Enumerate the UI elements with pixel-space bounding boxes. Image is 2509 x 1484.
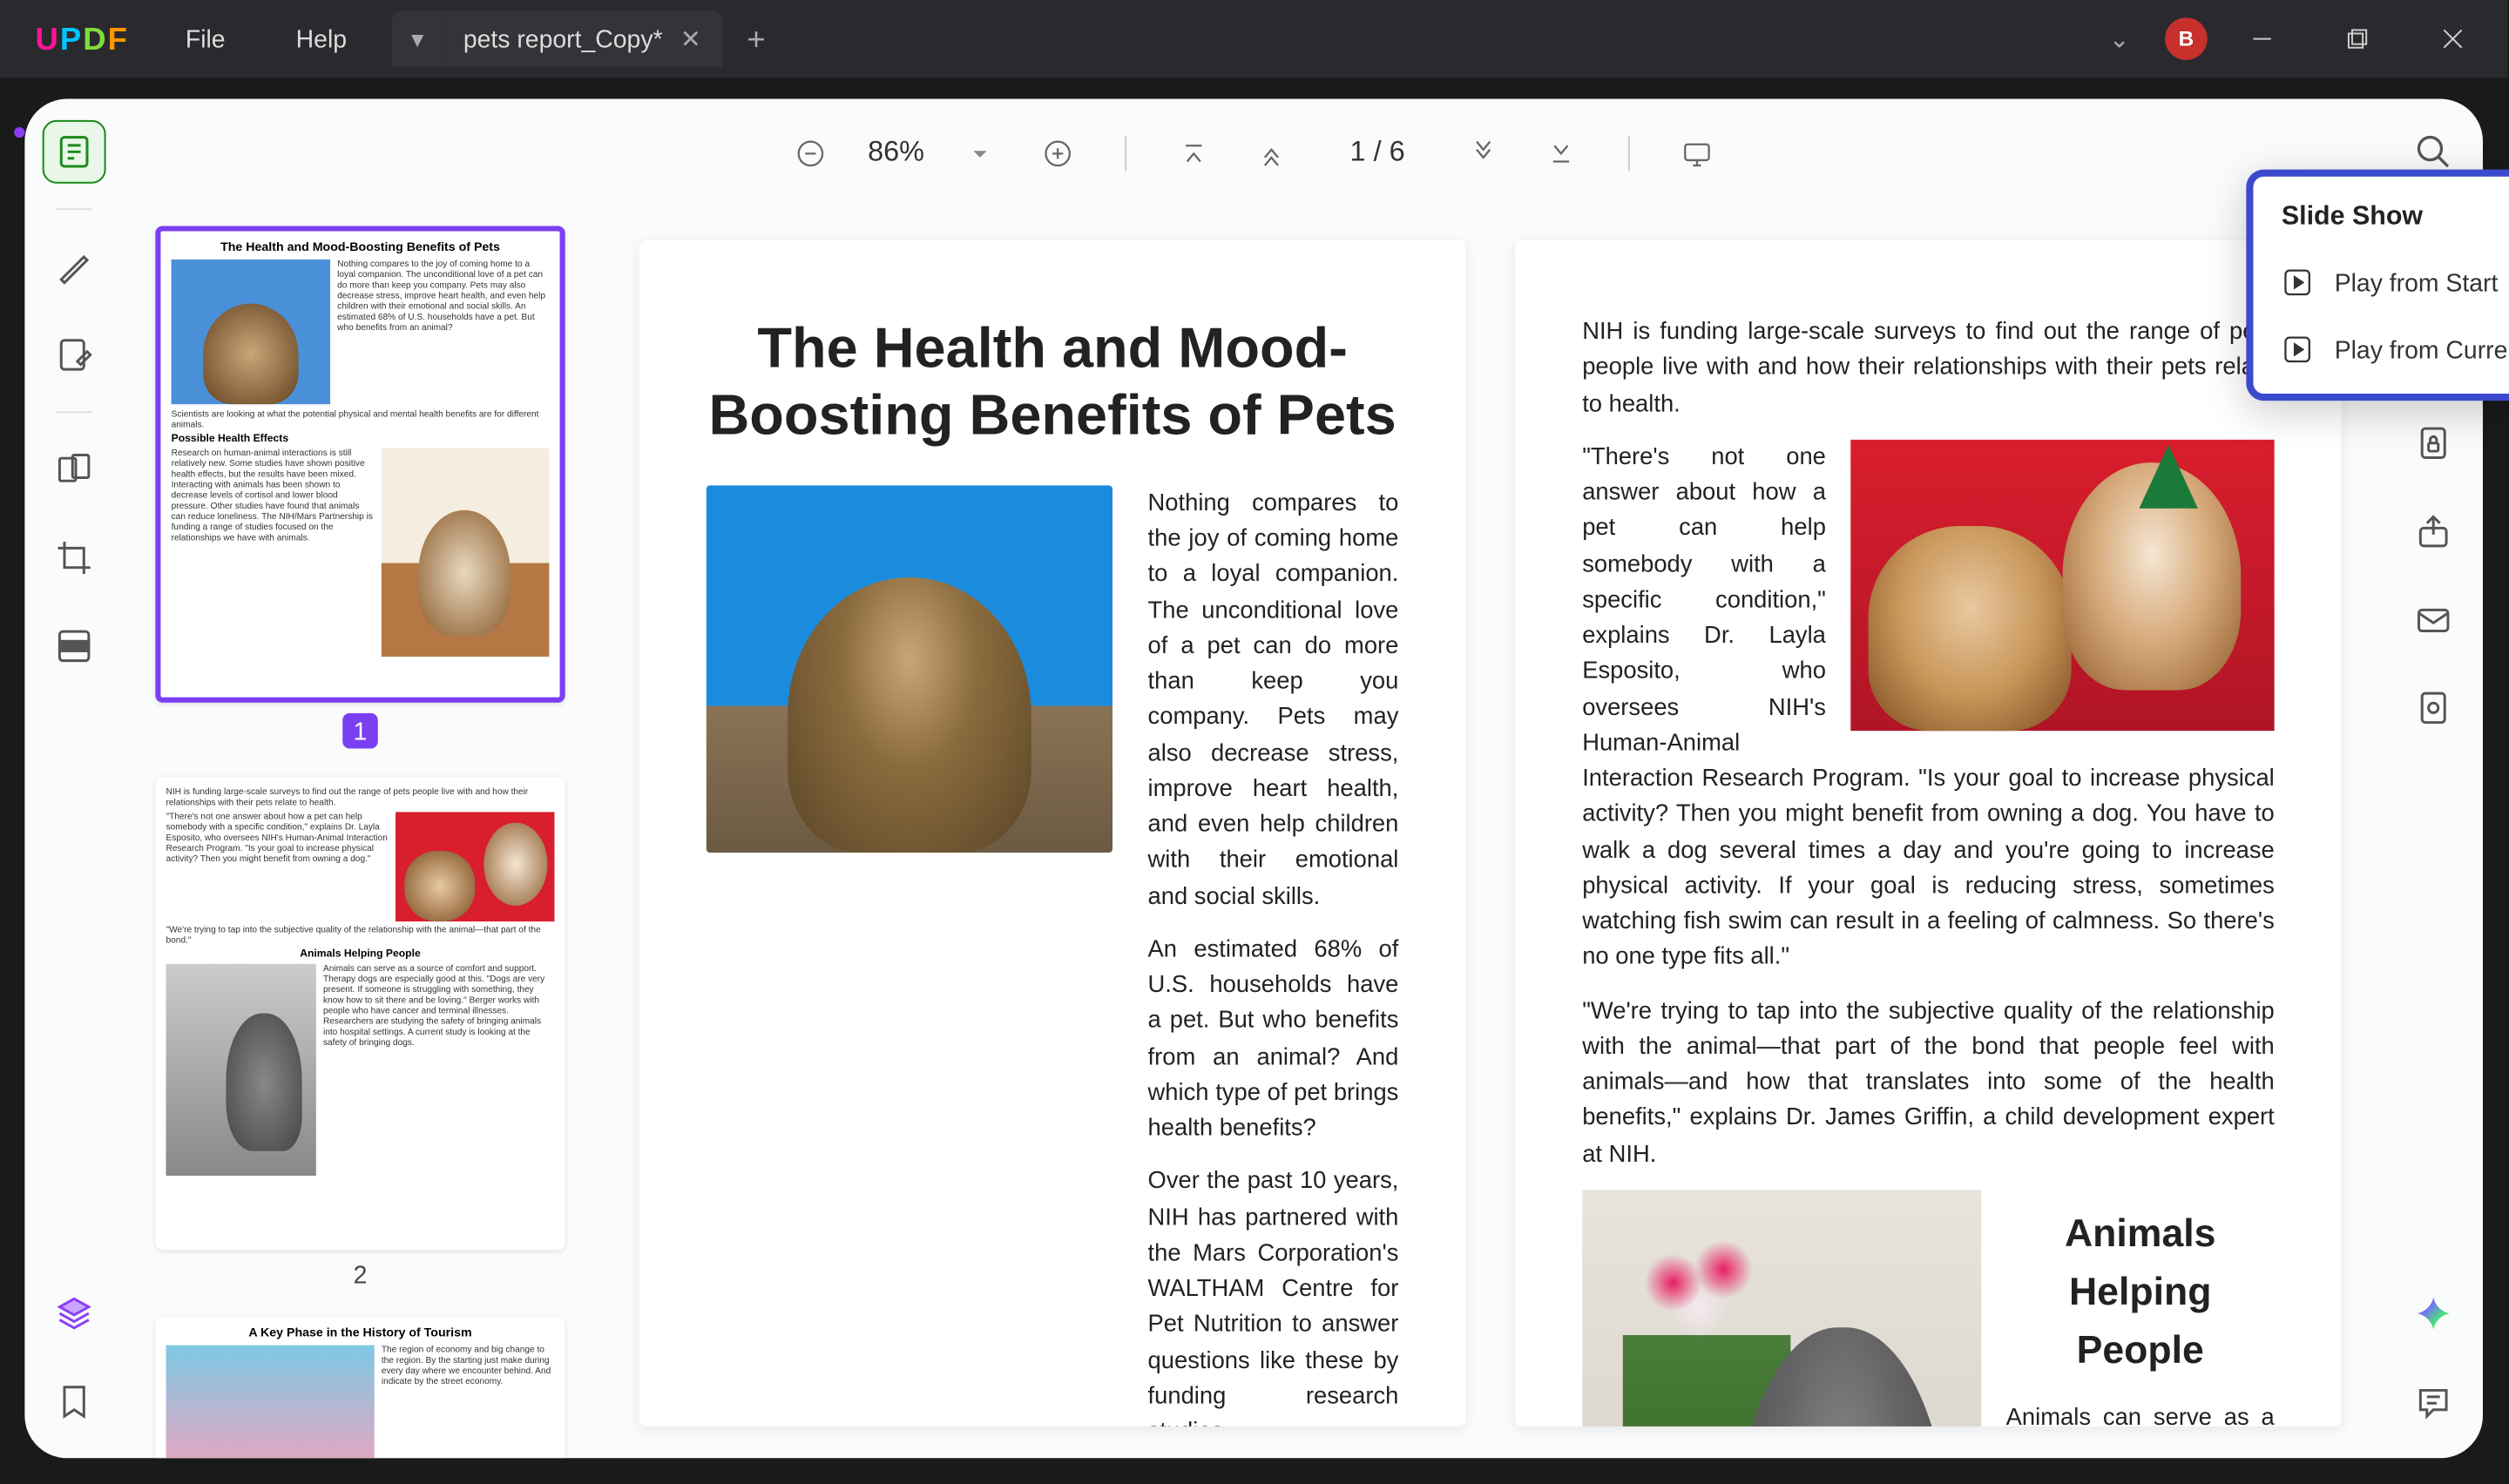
user-avatar[interactable]: B xyxy=(2165,17,2208,60)
slideshow-popup: Slide Show Play from Start Play from Cur… xyxy=(2246,170,2509,401)
gray-cat-image xyxy=(1582,1190,1981,1427)
thumb-heading: Possible Health Effects xyxy=(172,435,550,445)
zoom-value: 86% xyxy=(861,138,931,169)
page-2: NIH is funding large-scale surveys to fi… xyxy=(1515,240,2342,1427)
play-from-start-item[interactable]: Play from Start xyxy=(2253,249,2509,316)
next-page-button[interactable] xyxy=(1454,125,1511,182)
popup-item-label: Play from Start xyxy=(2335,268,2499,296)
menu-file[interactable]: File xyxy=(150,24,260,52)
content-area: The Health and Mood-Boosting Benefits of… xyxy=(124,208,2384,1458)
body-text: "We're trying to tap into the subjective… xyxy=(1582,993,2275,1171)
zoom-out-button[interactable] xyxy=(783,125,840,182)
play-from-current-item[interactable]: Play from Current Slide xyxy=(2253,316,2509,383)
protect-icon[interactable] xyxy=(2402,411,2465,475)
minimize-button[interactable] xyxy=(2222,10,2303,67)
center-area: 86% 1 / 6 The Health and Mood-Boosting B… xyxy=(124,99,2384,1459)
tab-close-icon[interactable]: ✕ xyxy=(680,24,701,53)
body-text: An estimated 68% of U.S. households have… xyxy=(1148,932,1399,1146)
zoom-in-button[interactable] xyxy=(1031,125,1087,182)
edit-text-tool-icon[interactable] xyxy=(43,323,106,387)
body-text: Nothing compares to the joy of coming ho… xyxy=(1148,485,1399,914)
menu-help[interactable]: Help xyxy=(260,24,382,52)
share-icon[interactable] xyxy=(2402,500,2465,563)
comment-icon[interactable] xyxy=(2402,1370,2465,1433)
thumbnail-panel: The Health and Mood-Boosting Benefits of… xyxy=(124,208,597,1458)
window-menu-chevron[interactable]: ⌄ xyxy=(2087,24,2150,53)
reader-tool-icon[interactable] xyxy=(43,120,106,184)
prev-page-button[interactable] xyxy=(1244,125,1301,182)
page-1: The Health and Mood-Boosting Benefits of… xyxy=(639,240,1466,1427)
bookmark-icon[interactable] xyxy=(43,1370,106,1433)
last-page-button[interactable] xyxy=(1532,125,1589,182)
page-viewer[interactable]: The Health and Mood-Boosting Benefits of… xyxy=(597,208,2384,1458)
crop-tool-icon[interactable] xyxy=(43,526,106,590)
redact-tool-icon[interactable] xyxy=(43,614,106,678)
ai-assistant-icon[interactable] xyxy=(2402,1282,2465,1346)
close-button[interactable] xyxy=(2412,10,2493,67)
accent-dot xyxy=(14,127,24,138)
thumb-title: A Key Phase in the History of Tourism xyxy=(166,1327,555,1339)
thumb-heading: Animals Helping People xyxy=(166,950,555,961)
page-title: The Health and Mood-Boosting Benefits of… xyxy=(707,314,1399,450)
titlebar: UPDF File Help ▾ pets report_Copy* ✕ + ⌄… xyxy=(0,0,2507,78)
thumbnail-2[interactable]: NIH is funding large-scale surveys to fi… xyxy=(155,777,565,1250)
cat-image xyxy=(707,485,1112,853)
slideshow-button[interactable] xyxy=(1668,125,1725,182)
popup-title: Slide Show xyxy=(2253,194,2509,249)
holiday-dogs-image xyxy=(1850,439,2274,730)
tab-title: pets report_Copy* xyxy=(463,24,663,52)
organize-pages-tool-icon[interactable] xyxy=(43,438,106,502)
form-icon[interactable] xyxy=(2402,676,2465,739)
app-frame: 86% 1 / 6 The Health and Mood-Boosting B… xyxy=(24,99,2483,1459)
first-page-button[interactable] xyxy=(1167,125,1223,182)
thumb-number-1: 1 xyxy=(342,713,378,749)
thumbnail-1[interactable]: The Health and Mood-Boosting Benefits of… xyxy=(155,226,565,702)
popup-item-label: Play from Current Slide xyxy=(2335,335,2509,363)
thumb-number-2: 2 xyxy=(155,1260,565,1288)
new-tab-button[interactable]: + xyxy=(722,20,790,57)
thumbnail-3[interactable]: A Key Phase in the History of Tourism Th… xyxy=(155,1317,565,1458)
email-icon[interactable] xyxy=(2402,588,2465,651)
thumb-title: The Health and Mood-Boosting Benefits of… xyxy=(172,242,550,254)
sidebar-left xyxy=(24,99,124,1459)
page-indicator[interactable]: 1 / 6 xyxy=(1322,138,1433,169)
top-toolbar: 86% 1 / 6 xyxy=(124,99,2384,209)
highlighter-tool-icon[interactable] xyxy=(43,235,106,299)
document-tab[interactable]: pets report_Copy* ✕ xyxy=(443,10,722,67)
maximize-button[interactable] xyxy=(2316,10,2397,67)
body-text: NIH is funding large-scale surveys to fi… xyxy=(1582,314,2275,422)
app-logo: UPDF xyxy=(14,20,150,57)
tab-list-dropdown[interactable]: ▾ xyxy=(393,10,443,67)
zoom-dropdown[interactable] xyxy=(952,125,1009,182)
layers-icon[interactable] xyxy=(43,1282,106,1346)
body-text: Over the past 10 years, NIH has partnere… xyxy=(1148,1164,1399,1426)
